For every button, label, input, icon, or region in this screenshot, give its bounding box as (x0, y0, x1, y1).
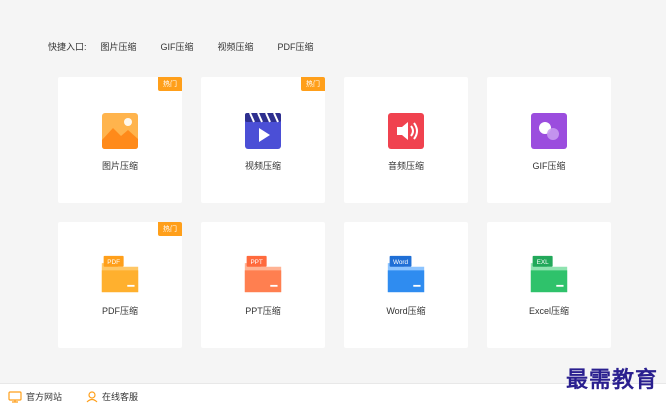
card-pdf-compress[interactable]: 热门 PDF PDF压缩 (58, 222, 182, 348)
tool-grid: 热门 图片压缩 热门 视频压缩 音频压缩 GIF压缩 热门 PDF PDF压缩 … (58, 77, 611, 348)
folder-tag: Word (393, 259, 409, 266)
online-support-label: 在线客服 (102, 392, 139, 402)
card-word-compress[interactable]: Word Word压缩 (344, 222, 468, 348)
quick-link-pdf[interactable]: PDF压缩 (278, 40, 314, 53)
card-video-compress[interactable]: 热门 视频压缩 (201, 77, 325, 203)
audio-icon (386, 111, 426, 151)
folder-tag: PPT (250, 259, 262, 266)
video-icon (243, 111, 283, 151)
online-support-link[interactable]: 在线客服 (86, 390, 138, 403)
ppt-folder-icon: PPT (243, 252, 283, 296)
gif-icon (529, 111, 569, 151)
card-label: 音频压缩 (387, 161, 424, 171)
hot-badge: 热门 (158, 77, 182, 91)
card-label: PDF压缩 (101, 306, 138, 316)
quick-link-video[interactable]: 视频压缩 (218, 40, 254, 53)
quick-link-image[interactable]: 图片压缩 (101, 40, 137, 53)
excel-folder-icon: EXL (529, 252, 569, 296)
card-audio-compress[interactable]: 音频压缩 (344, 77, 468, 203)
pdf-folder-icon: PDF (100, 252, 140, 296)
watermark-text: 最需教育 (565, 367, 658, 393)
image-icon (100, 111, 140, 151)
official-website-label: 官方网站 (26, 392, 63, 402)
card-label: 图片压缩 (101, 161, 138, 171)
official-website-link[interactable]: 官方网站 (8, 390, 62, 403)
folder-tag: PDF (107, 259, 120, 266)
quick-entry-bar: 快捷入口: 图片压缩 GIF压缩 视频压缩 PDF压缩 (48, 40, 338, 53)
card-image-compress[interactable]: 热门 图片压缩 (58, 77, 182, 203)
quick-entry-label: 快捷入口: (48, 42, 87, 52)
word-folder-icon: Word (386, 252, 426, 296)
card-label: 视频压缩 (244, 161, 281, 171)
hot-badge: 热门 (301, 77, 325, 91)
card-excel-compress[interactable]: EXL Excel压缩 (487, 222, 611, 348)
card-label: PPT压缩 (245, 306, 281, 316)
card-label: GIF压缩 (532, 161, 566, 171)
quick-link-gif[interactable]: GIF压缩 (161, 40, 194, 53)
card-ppt-compress[interactable]: PPT PPT压缩 (201, 222, 325, 348)
card-label: Excel压缩 (528, 306, 569, 316)
card-gif-compress[interactable]: GIF压缩 (487, 77, 611, 203)
hot-badge: 热门 (158, 222, 182, 236)
user-icon (86, 390, 98, 402)
folder-tag: EXL (537, 259, 549, 266)
card-label: Word压缩 (386, 306, 426, 316)
monitor-icon (8, 390, 22, 403)
